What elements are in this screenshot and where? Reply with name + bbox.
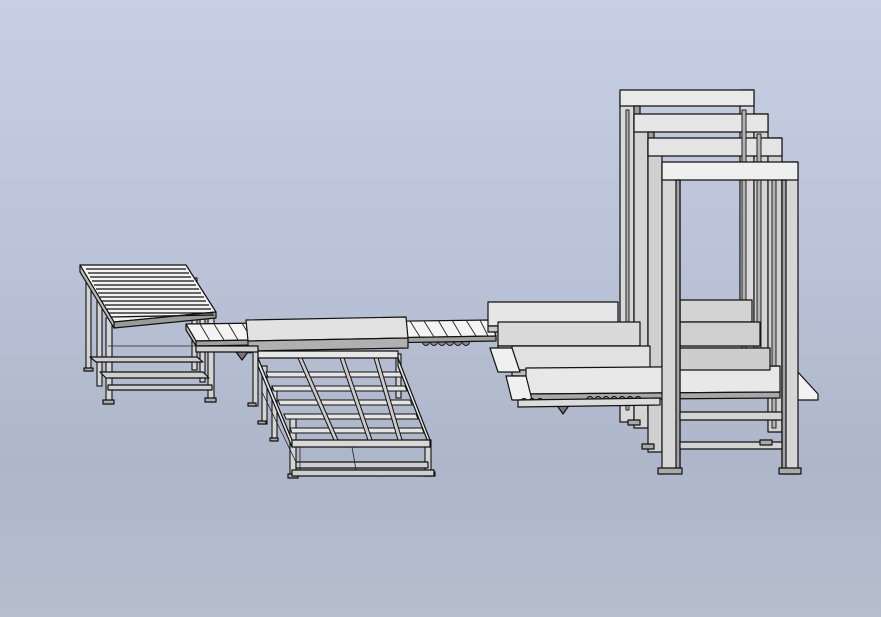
assembly-scene [79, 89, 819, 479]
lower-frame-conveyor[interactable] [247, 349, 436, 479]
cad-viewport[interactable] [0, 0, 881, 617]
gantry-stacker-right[interactable] [487, 89, 819, 475]
